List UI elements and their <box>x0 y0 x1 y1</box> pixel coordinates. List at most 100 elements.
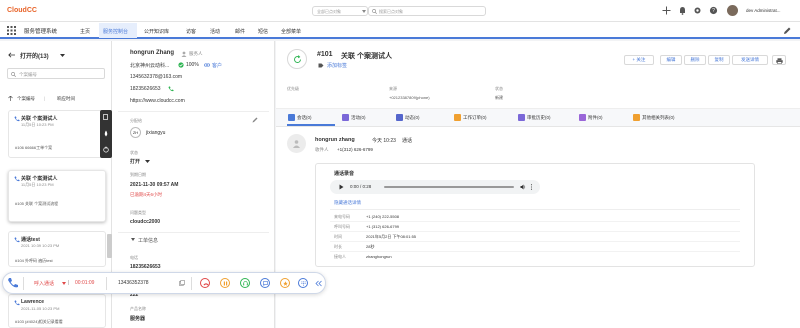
detail-label: 呼叫号码 <box>334 224 350 229</box>
collapse-left-icon[interactable] <box>315 280 322 287</box>
list-item[interactable]: Lawrence 2021-11-05 10:23 PM #103 (#4024… <box>8 294 106 328</box>
list-view-title[interactable]: 打开的(13) <box>20 51 49 60</box>
progress-link[interactable]: 客户 <box>212 62 222 69</box>
add-tag-link[interactable]: 添加标签 <box>327 62 347 69</box>
deadline-label: 到期日期 <box>130 172 146 177</box>
sort-arrow-icon[interactable] <box>8 96 13 101</box>
tab-work-orders[interactable]: 工作订单(0) <box>453 111 513 124</box>
status-value[interactable]: 打开 <box>130 158 140 165</box>
drop-icon[interactable] <box>103 130 109 137</box>
hold-button[interactable] <box>220 278 230 288</box>
copy-button[interactable]: 复制 <box>708 55 730 65</box>
chat-button[interactable] <box>260 278 270 288</box>
assignee-name[interactable]: jixiangyu <box>146 130 165 136</box>
svg-text:?: ? <box>712 8 715 14</box>
headset-button[interactable] <box>240 278 250 288</box>
app-launcher-icon[interactable] <box>7 26 16 35</box>
activity-author[interactable]: hongrun zhang <box>315 137 355 143</box>
nav-item-email[interactable]: 邮件 <box>235 28 245 35</box>
search-input[interactable]: 搜索已点对象 <box>368 6 486 16</box>
delete-button[interactable]: 删除 <box>684 55 706 65</box>
edit-icon[interactable] <box>252 117 258 123</box>
copy-icon[interactable] <box>103 114 109 121</box>
tab-activities[interactable]: 活动(0) <box>341 111 389 124</box>
tab-feed[interactable]: 动态(0) <box>395 111 443 124</box>
transfer-button[interactable] <box>280 278 290 288</box>
tab-other-lists[interactable]: 其他相关列表(0) <box>632 111 704 124</box>
user-name[interactable]: dev Administrat... <box>746 8 781 13</box>
person-icon <box>293 140 300 148</box>
divider <box>106 277 107 290</box>
edit-button[interactable]: 编辑 <box>660 55 682 65</box>
tab-attachments[interactable]: 附件(0) <box>578 111 628 124</box>
check-circle-icon <box>178 62 184 68</box>
contact-name[interactable]: hongrun Zhang <box>130 50 174 56</box>
avatar[interactable] <box>727 5 738 16</box>
contact-email[interactable]: 1345632378@163.com <box>130 74 182 80</box>
refresh-icon <box>294 55 301 63</box>
hangup-button[interactable] <box>200 278 210 288</box>
nav-item-home[interactable]: 主页 <box>80 28 90 35</box>
copy-icon[interactable] <box>179 280 185 286</box>
tab-conversations[interactable]: 会话(0) <box>287 111 335 124</box>
send-detail-button[interactable]: 发送详情 <box>732 55 768 65</box>
hide-details-link[interactable]: 隐藏通话详情 <box>334 200 361 206</box>
assignee-avatar: ZH <box>130 127 141 138</box>
phone-icon[interactable] <box>168 86 174 92</box>
nav-item-visitors[interactable]: 访客 <box>186 28 196 35</box>
list-item[interactable]: 关联 个案测试人 11月5日 10:23 PM #106 66666工单个案 <box>8 110 106 158</box>
search-scope-select[interactable]: 全部已点对象 <box>312 6 368 16</box>
chevron-down-icon[interactable] <box>131 238 135 241</box>
dialpad-icon <box>301 281 306 286</box>
chevron-down-icon <box>362 10 366 13</box>
chevron-down-icon[interactable] <box>62 282 66 285</box>
play-icon[interactable] <box>339 184 344 190</box>
more-icon[interactable] <box>530 184 533 190</box>
audio-progress-track[interactable] <box>384 186 514 188</box>
add-icon[interactable] <box>661 5 672 16</box>
back-arrow-icon[interactable] <box>8 52 15 58</box>
nav-item-sms[interactable]: 短信 <box>258 28 268 35</box>
volume-icon[interactable] <box>520 184 526 190</box>
print-button[interactable] <box>772 55 786 65</box>
list-item-time: 2021 10:39 10:23 PM <box>21 243 60 248</box>
nav-item-activities[interactable]: 活动 <box>210 28 220 35</box>
bell-icon[interactable] <box>677 5 688 16</box>
section-header-case-info[interactable]: 工单信息 <box>138 237 158 244</box>
product-label: 产品名称 <box>130 306 146 311</box>
nav-item-knowledge[interactable]: 公开知识库 <box>144 28 169 35</box>
contact-phone[interactable]: 18235626653 <box>130 86 161 92</box>
timer-separator: | <box>68 280 70 286</box>
tag-icon <box>318 63 324 68</box>
tab-approval-history[interactable]: 审批历史(0) <box>517 111 575 124</box>
follow-button[interactable]: + 关注 <box>624 55 654 65</box>
detail-label: 时长 <box>334 244 342 249</box>
power-icon[interactable] <box>103 146 109 153</box>
recipient-label: 收件人 <box>315 147 329 152</box>
case-title: 关联 个案测试人 <box>341 53 392 60</box>
detail-value: zhanghongrun <box>366 254 392 259</box>
nav-item-all-menu[interactable]: 全部菜单 <box>281 28 301 35</box>
list-item[interactable]: 通话test 2021 10:39 10:23 PM #104 外呼码 遍历te… <box>8 231 106 267</box>
sort-field-response-time[interactable]: 响应时间 <box>57 96 75 102</box>
list-item-title: 通话test <box>21 237 40 243</box>
nav-item-service-console[interactable]: 服务控制台 <box>103 28 128 35</box>
divider <box>23 277 24 290</box>
detail-value: 28秒 <box>366 244 375 249</box>
gear-icon[interactable] <box>692 5 703 16</box>
contact-website[interactable]: https://www.cloudcc.com <box>130 98 185 104</box>
app-name: 服务管理系统 <box>24 29 58 35</box>
call-status: 呼入通话 <box>34 281 55 287</box>
overdue-text: 已逾期4天6小时 <box>130 192 163 197</box>
chevron-down-icon[interactable] <box>60 54 65 57</box>
help-icon[interactable]: ? <box>708 5 719 16</box>
contact-company[interactable]: 北京神州云动科... <box>130 62 169 69</box>
edit-nav-icon[interactable] <box>783 27 791 35</box>
softphone-icon[interactable] <box>7 277 19 289</box>
list-search-input[interactable]: 个案编号 <box>7 68 105 79</box>
list-item-time: 11月5日 10:23 PM <box>21 182 54 187</box>
dialpad-button[interactable] <box>298 278 308 288</box>
list-item-selected[interactable]: 关联 个案测试人 11月5日 10:23 PM #105 关联 个案测试流程 <box>8 170 106 222</box>
sort-field-case-number[interactable]: 个案编号 <box>17 96 35 102</box>
chevron-down-icon[interactable] <box>145 160 150 163</box>
